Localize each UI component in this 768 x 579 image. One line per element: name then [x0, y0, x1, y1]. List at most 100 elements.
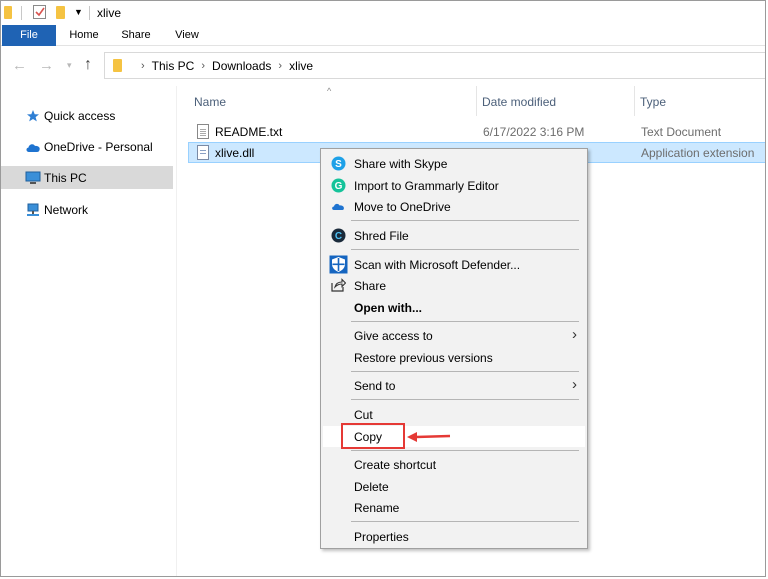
menu-item-label: Move to OneDrive	[354, 199, 451, 214]
menu-item-share[interactable]: Share	[323, 275, 585, 296]
menu-item-label: Rename	[354, 500, 400, 515]
menu-separator	[351, 321, 579, 322]
file-type: Application extension	[641, 145, 755, 160]
star-icon	[25, 108, 41, 124]
tab-file[interactable]: File	[2, 25, 56, 46]
menu-separator	[351, 521, 579, 522]
context-menu: S Share with Skype G Import to Grammarly…	[320, 148, 588, 549]
new-folder-icon[interactable]	[56, 6, 65, 19]
network-icon	[25, 202, 41, 218]
sidebar-item-label: Network	[44, 202, 89, 217]
address-bar[interactable]: › This PC › Downloads › xlive	[104, 52, 765, 79]
menu-separator	[351, 450, 579, 451]
menu-item-label: Cut	[354, 407, 373, 422]
menu-item-label: Shred File	[354, 228, 409, 243]
menu-separator	[351, 249, 579, 250]
menu-item-label: Share with Skype	[354, 156, 448, 171]
menu-item-label: Share	[354, 278, 387, 293]
menu-separator	[351, 220, 579, 221]
chevron-right-icon: ›	[572, 326, 577, 343]
sidebar-item-onedrive[interactable]: OneDrive - Personal	[1, 135, 173, 158]
file-date: 6/17/2022 3:16 PM	[483, 124, 585, 139]
navigation-bar: ← → ▾ ↑ › This PC › Downloads › xlive	[1, 47, 765, 85]
menu-item-label: Create shortcut	[354, 457, 437, 472]
file-name: README.txt	[215, 124, 283, 139]
menu-item-give-access-to[interactable]: Give access to ›	[323, 325, 585, 346]
grammarly-icon: G	[330, 177, 346, 193]
cloud-icon	[25, 139, 41, 155]
annotation-highlight-box	[341, 423, 405, 449]
skype-icon: S	[330, 155, 346, 171]
sidebar-item-quick-access[interactable]: Quick access	[1, 104, 173, 127]
svg-text:C: C	[334, 231, 341, 242]
folder-icon	[4, 6, 12, 19]
tab-share[interactable]: Share	[113, 25, 159, 46]
menu-item-cut[interactable]: Cut	[323, 404, 585, 425]
menu-item-restore-previous-versions[interactable]: Restore previous versions	[323, 347, 585, 368]
sidebar-item-network[interactable]: Network	[1, 198, 173, 221]
computer-icon	[25, 170, 41, 186]
toolbar-divider	[89, 6, 90, 20]
title-bar: ▼ xlive	[1, 1, 765, 25]
menu-item-open-with[interactable]: Open with...	[323, 297, 585, 318]
navigation-pane: Quick access OneDrive - Personal This PC…	[1, 86, 177, 576]
menu-item-send-to[interactable]: Send to ›	[323, 375, 585, 396]
column-divider[interactable]	[476, 86, 477, 116]
menu-item-label: Send to	[354, 378, 396, 393]
column-header-name[interactable]: Name	[194, 86, 226, 118]
menu-item-shred-file[interactable]: C Shred File	[323, 225, 585, 246]
chevron-right-icon[interactable]: ›	[201, 60, 205, 72]
breadcrumb-downloads[interactable]: Downloads	[212, 59, 271, 73]
menu-item-properties[interactable]: Properties	[323, 526, 585, 547]
sidebar-item-this-pc[interactable]: This PC	[1, 166, 173, 189]
menu-item-import-grammarly[interactable]: G Import to Grammarly Editor	[323, 175, 585, 196]
properties-icon[interactable]	[33, 5, 46, 19]
forward-arrow-icon[interactable]: →	[39, 57, 54, 74]
share-icon	[330, 277, 346, 293]
sidebar-item-label: OneDrive - Personal	[44, 139, 153, 154]
toolbar-divider	[21, 6, 22, 20]
ribbon-tabs: File Home Share View	[1, 25, 765, 46]
defender-icon	[329, 255, 348, 274]
up-arrow-icon[interactable]: ↑	[84, 56, 92, 74]
text-file-icon	[197, 124, 209, 139]
annotation-arrow-icon	[407, 432, 451, 442]
recent-locations-icon[interactable]: ▾	[67, 60, 72, 71]
menu-item-move-to-onedrive[interactable]: Move to OneDrive	[323, 196, 585, 217]
menu-separator	[351, 399, 579, 400]
tab-home[interactable]: Home	[61, 25, 107, 46]
file-row[interactable]: README.txt 6/17/2022 3:16 PM Text Docume…	[188, 121, 765, 142]
column-header-type[interactable]: Type	[640, 86, 666, 118]
breadcrumb-xlive[interactable]: xlive	[289, 59, 313, 73]
back-arrow-icon[interactable]: ←	[12, 57, 27, 74]
menu-item-share-with-skype[interactable]: S Share with Skype	[323, 153, 585, 174]
menu-item-scan-defender[interactable]: Scan with Microsoft Defender...	[323, 254, 585, 275]
menu-item-rename[interactable]: Rename	[323, 497, 585, 518]
menu-item-label: Open with...	[354, 300, 422, 315]
chevron-right-icon: ›	[572, 376, 577, 393]
breadcrumb-this-pc[interactable]: This PC	[152, 59, 195, 73]
tab-view[interactable]: View	[165, 25, 209, 46]
folder-icon	[113, 59, 122, 72]
file-explorer-window: ▼ xlive File Home Share View ← → ▾ ↑ › T…	[0, 0, 766, 577]
menu-item-label: Restore previous versions	[354, 350, 493, 365]
file-name: xlive.dll	[215, 145, 255, 160]
column-header-date[interactable]: Date modified	[482, 86, 556, 118]
window-title: xlive	[97, 6, 122, 20]
chevron-right-icon[interactable]: ›	[141, 60, 145, 72]
dll-file-icon	[197, 145, 209, 160]
menu-item-label: Give access to	[354, 328, 433, 343]
chevron-right-icon[interactable]: ›	[278, 60, 282, 72]
shred-icon: C	[330, 227, 346, 243]
svg-text:G: G	[334, 181, 342, 192]
column-divider[interactable]	[634, 86, 635, 116]
sort-ascending-icon: ^	[327, 86, 332, 96]
menu-item-label: Import to Grammarly Editor	[354, 178, 499, 193]
onedrive-icon	[330, 198, 346, 214]
menu-item-label: Delete	[354, 479, 389, 494]
customize-toolbar-icon[interactable]: ▼	[74, 7, 83, 17]
sidebar-item-label: Quick access	[44, 108, 116, 123]
svg-text:S: S	[335, 159, 342, 170]
menu-item-delete[interactable]: Delete	[323, 476, 585, 497]
menu-item-create-shortcut[interactable]: Create shortcut	[323, 454, 585, 475]
